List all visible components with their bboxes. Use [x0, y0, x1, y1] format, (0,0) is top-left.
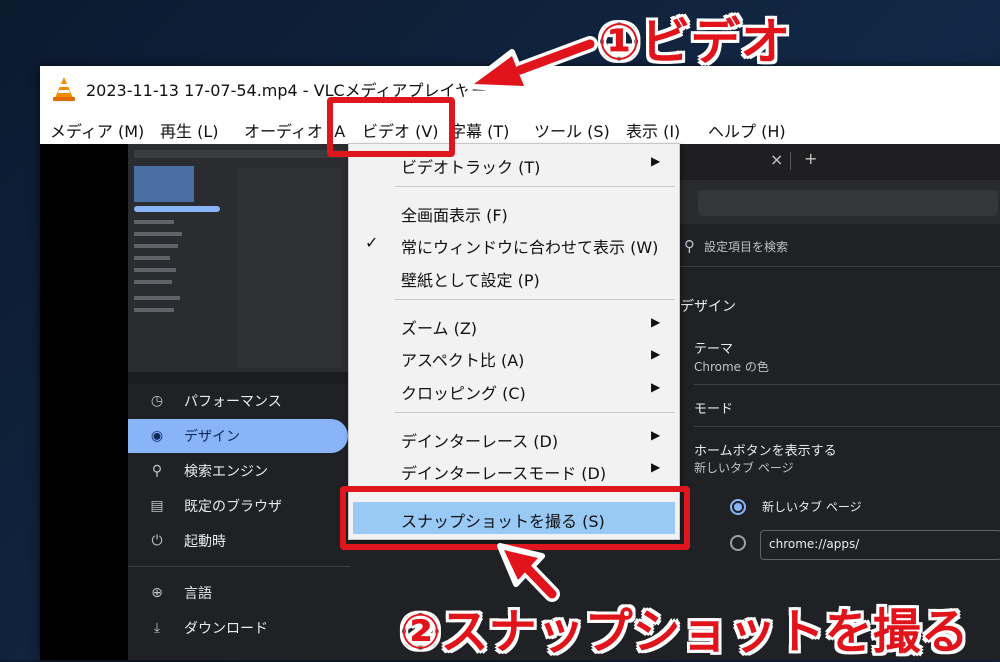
menu-item-deinterlace-mode[interactable]: デインターレースモード (D) ▶	[349, 454, 679, 486]
vlc-cone-icon	[53, 77, 75, 101]
search-icon: ⚲	[684, 237, 695, 255]
mode-label[interactable]: モード	[694, 398, 733, 417]
radio-new-tab-label: 新しいタブ ページ	[762, 500, 862, 514]
annotation-step2: ②スナップショットを撮る	[400, 604, 969, 660]
check-icon: ✓	[365, 233, 379, 252]
menu-item-label: ビデオトラック (T)	[401, 158, 541, 177]
globe-icon: ⊕	[151, 585, 163, 601]
menu-tools[interactable]: ツール (S)	[534, 118, 610, 142]
menu-separator	[395, 299, 675, 300]
sidebar-label: 起動時	[184, 534, 226, 550]
search-icon: ⚲	[151, 463, 163, 479]
section-title: デザイン	[680, 299, 736, 315]
theme-label: テーマ	[694, 342, 734, 357]
radio-custom-url[interactable]	[730, 535, 746, 551]
menu-item-label: アスペクト比 (A)	[401, 351, 525, 370]
speedometer-icon: ◷	[150, 393, 164, 409]
submenu-arrow-icon: ▶	[651, 347, 661, 361]
menu-help[interactable]: ヘルプ (H)	[708, 118, 786, 142]
menu-item-crop[interactable]: クロッピング (C) ▶	[349, 374, 679, 406]
menu-item-label: 全画面表示 (F)	[401, 206, 508, 225]
menu-item-set-wallpaper[interactable]: 壁紙として設定 (P)	[349, 261, 679, 293]
download-icon: ⤓	[153, 620, 161, 636]
nested-screenshot-thumbnail	[128, 144, 350, 380]
palette-icon: ◉	[150, 428, 164, 444]
home-button-label: ホームボタンを表示する	[694, 444, 837, 459]
menu-item-label: 壁紙として設定 (P)	[401, 271, 540, 290]
menu-separator	[395, 186, 675, 187]
menu-subtitle[interactable]: 字幕 (T)	[450, 118, 509, 142]
menu-item-fit-window[interactable]: ✓ 常にウィンドウに合わせて表示 (W)	[349, 228, 679, 260]
menu-view[interactable]: 表示 (I)	[626, 118, 680, 142]
nested-taskbar	[128, 372, 350, 384]
highlight-box-video-menu	[327, 97, 455, 157]
menu-playback[interactable]: 再生 (L)	[160, 118, 219, 142]
menu-item-label: デインターレースモード (D)	[401, 464, 607, 483]
new-tab-icon[interactable]: +	[804, 149, 817, 168]
sidebar-label: パフォーマンス	[184, 394, 282, 410]
highlight-box-snapshot	[340, 486, 690, 550]
menu-item-zoom[interactable]: ズーム (Z) ▶	[349, 309, 679, 341]
address-bar[interactable]	[698, 190, 998, 216]
sidebar-item-languages[interactable]: ⊕ 言語	[128, 576, 348, 610]
sidebar-divider	[128, 566, 350, 567]
tab-close-icon[interactable]: ×	[770, 150, 783, 169]
sidebar-label: 検索エンジン	[184, 464, 268, 480]
submenu-arrow-icon: ▶	[651, 154, 661, 168]
browser-icon: ▤	[150, 498, 164, 514]
power-icon: ⏻	[151, 533, 163, 549]
title-bar[interactable]: 2023-11-13 17-07-54.mp4 - VLCメディアプレイヤー	[40, 66, 1000, 110]
custom-url-value: chrome://apps/	[769, 537, 860, 551]
radio-new-tab[interactable]	[730, 499, 746, 515]
menu-item-label: デインターレース (D)	[401, 432, 559, 451]
annotation-step1: ①ビデオ	[598, 13, 791, 71]
sidebar-item-on-startup[interactable]: ⏻ 起動時	[128, 524, 348, 558]
divider	[678, 266, 1000, 267]
menu-item-label: 常にウィンドウに合わせて表示 (W)	[401, 238, 659, 257]
submenu-arrow-icon: ▶	[651, 460, 661, 474]
submenu-arrow-icon: ▶	[651, 428, 661, 442]
menu-item-label: ズーム (Z)	[401, 319, 478, 338]
menu-media[interactable]: メディア (M)	[50, 118, 144, 142]
menu-item-deinterlace[interactable]: デインターレース (D) ▶	[349, 422, 679, 454]
settings-search-input[interactable]: 設定項目を検索	[704, 238, 788, 255]
address-bar-area	[678, 180, 1000, 224]
menu-bar: メディア (M) 再生 (L) オーディオ (A ビデオ (V) 字幕 (T) …	[40, 112, 1000, 142]
video-menu-dropdown: ビデオトラック (T) ▶ 全画面表示 (F) ✓ 常にウィンドウに合わせて表示…	[348, 143, 680, 540]
sidebar-item-search-engine[interactable]: ⚲ 検索エンジン	[128, 454, 348, 488]
browser-tab-bar: × +	[678, 144, 1000, 180]
divider	[694, 426, 1000, 427]
divider	[694, 384, 1000, 385]
menu-separator	[395, 412, 675, 413]
sidebar-item-downloads[interactable]: ⤓ ダウンロード	[128, 611, 348, 645]
sidebar-label: ダウンロード	[184, 621, 268, 637]
sidebar-label: 既定のブラウザ	[184, 499, 282, 515]
menu-item-aspect-ratio[interactable]: アスペクト比 (A) ▶	[349, 341, 679, 373]
home-button-sub: 新しいタブ ページ	[694, 461, 794, 475]
sidebar-label: デザイン	[184, 429, 240, 445]
custom-url-input[interactable]: chrome://apps/	[760, 530, 1000, 560]
theme-value: Chrome の色	[694, 360, 769, 374]
sidebar-item-design[interactable]: ◉ デザイン	[128, 419, 348, 453]
submenu-arrow-icon: ▶	[651, 315, 661, 329]
menu-item-label: クロッピング (C)	[401, 384, 526, 403]
sidebar-item-default-browser[interactable]: ▤ 既定のブラウザ	[128, 489, 348, 523]
menu-item-fullscreen[interactable]: 全画面表示 (F)	[349, 196, 679, 228]
sidebar-item-performance[interactable]: ◷ パフォーマンス	[128, 384, 348, 418]
sidebar-label: 言語	[184, 586, 212, 602]
submenu-arrow-icon: ▶	[651, 380, 661, 394]
